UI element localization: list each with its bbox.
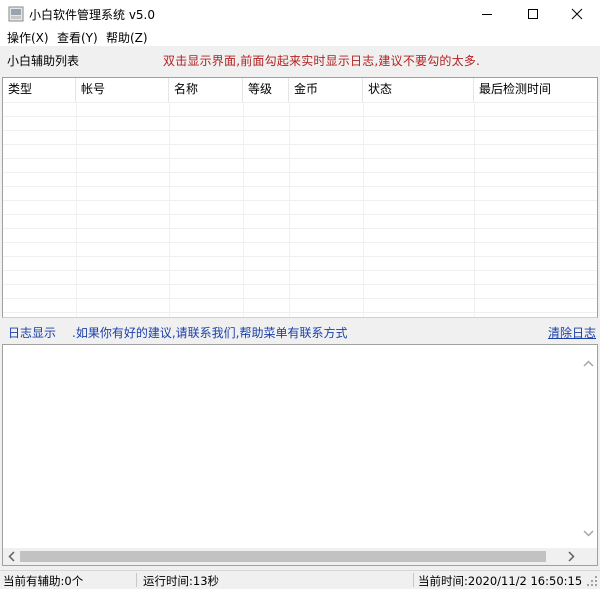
status-runtime: 运行时间:13秒 bbox=[143, 574, 220, 588]
log-label: 日志显示 bbox=[8, 326, 57, 340]
scrollbar-corner bbox=[580, 548, 597, 565]
status-current-time: 当前时间:2020/11/2 16:50:15 bbox=[418, 574, 583, 588]
table-header: 类型 帐号 名称 等级 金币 状态 最后检测时间 bbox=[3, 78, 597, 102]
table-row-divider bbox=[3, 158, 597, 159]
scroll-down-icon[interactable] bbox=[580, 525, 597, 542]
column-type[interactable]: 类型 bbox=[3, 78, 76, 102]
title-bar: 小白软件管理系统 v5.0 bbox=[0, 0, 600, 27]
log-horizontal-scrollbar[interactable] bbox=[3, 548, 580, 565]
table-row-divider bbox=[3, 242, 597, 243]
status-separator bbox=[136, 573, 137, 587]
window-title: 小白软件管理系统 v5.0 bbox=[29, 8, 156, 22]
table-row-divider bbox=[3, 270, 597, 271]
helper-list-hint: 双击显示界面,前面勾起来实时显示日志,建议不要勾的太多. bbox=[163, 54, 481, 68]
minimize-button[interactable] bbox=[464, 0, 510, 27]
helper-table[interactable]: 类型 帐号 名称 等级 金币 状态 最后检测时间 bbox=[2, 77, 598, 318]
column-account[interactable]: 帐号 bbox=[76, 78, 169, 102]
column-name[interactable]: 名称 bbox=[169, 78, 243, 102]
maximize-button[interactable] bbox=[510, 0, 556, 27]
helper-list-title: 小白辅助列表 bbox=[7, 54, 80, 68]
menu-bar: 操作(X) 查看(Y) 帮助(Z) bbox=[0, 27, 600, 46]
clear-log-link[interactable]: 清除日志 bbox=[548, 324, 596, 341]
column-last-check-time[interactable]: 最后检测时间 bbox=[474, 78, 597, 102]
log-vertical-scrollbar[interactable] bbox=[580, 345, 597, 548]
table-row-divider bbox=[3, 116, 597, 117]
status-bar: 当前有辅助:0个 运行时间:13秒 当前时间:2020/11/2 16:50:1… bbox=[0, 570, 600, 589]
table-row-divider bbox=[3, 200, 597, 201]
table-row-divider bbox=[3, 102, 597, 103]
helper-list-header: 小白辅助列表 双击显示界面,前面勾起来实时显示日志,建议不要勾的太多. bbox=[0, 46, 600, 72]
column-status[interactable]: 状态 bbox=[363, 78, 474, 102]
minimize-icon bbox=[482, 13, 492, 15]
table-row-divider bbox=[3, 144, 597, 145]
close-icon bbox=[571, 8, 583, 19]
status-helper-count: 当前有辅助:0个 bbox=[3, 574, 84, 588]
close-button[interactable] bbox=[554, 0, 600, 27]
table-row-divider bbox=[3, 256, 597, 257]
menu-help[interactable]: 帮助(Z) bbox=[106, 29, 148, 46]
resize-grip-icon[interactable] bbox=[586, 575, 598, 587]
scroll-left-icon[interactable] bbox=[3, 548, 20, 565]
app-icon bbox=[8, 6, 24, 22]
table-row-divider bbox=[3, 186, 597, 187]
log-header: 日志显示 .如果你有好的建议,请联系我们,帮助菜单有联系方式 清除日志 bbox=[0, 320, 600, 342]
menu-operate[interactable]: 操作(X) bbox=[7, 29, 49, 46]
scroll-up-icon[interactable] bbox=[580, 355, 597, 372]
scroll-right-icon[interactable] bbox=[563, 548, 580, 565]
column-gold[interactable]: 金币 bbox=[289, 78, 363, 102]
horizontal-scroll-thumb[interactable] bbox=[20, 551, 546, 562]
table-row-divider bbox=[3, 312, 597, 313]
table-row-divider bbox=[3, 228, 597, 229]
table-row-divider bbox=[3, 284, 597, 285]
menu-view[interactable]: 查看(Y) bbox=[57, 29, 98, 46]
log-textarea[interactable] bbox=[2, 344, 598, 566]
table-row-divider bbox=[3, 298, 597, 299]
table-row-divider bbox=[3, 214, 597, 215]
maximize-icon bbox=[528, 8, 538, 19]
table-row-divider bbox=[3, 130, 597, 131]
table-row-divider bbox=[3, 172, 597, 173]
column-level[interactable]: 等级 bbox=[243, 78, 289, 102]
status-separator bbox=[413, 573, 414, 587]
log-hint: .如果你有好的建议,请联系我们,帮助菜单有联系方式 bbox=[72, 326, 348, 340]
